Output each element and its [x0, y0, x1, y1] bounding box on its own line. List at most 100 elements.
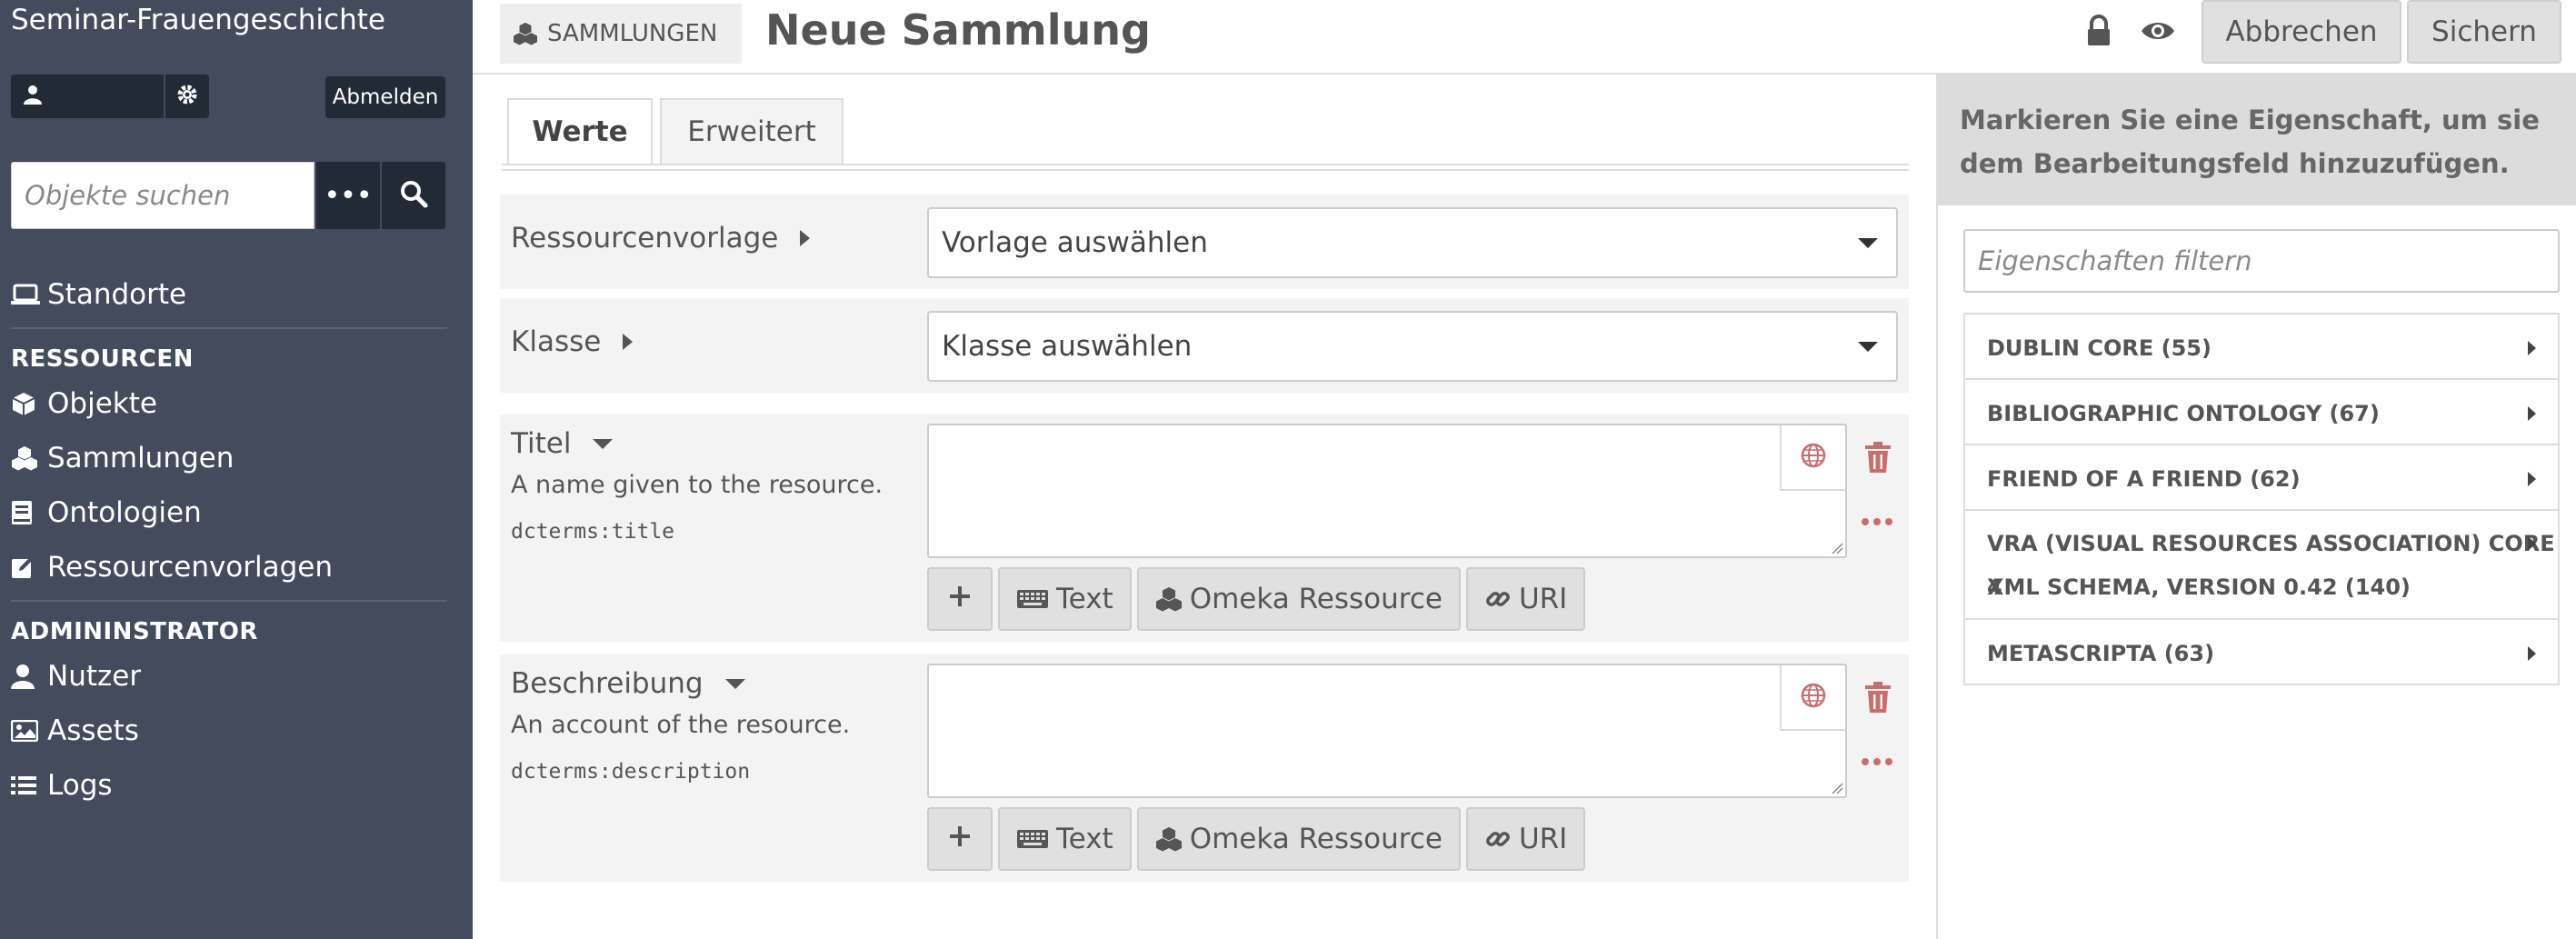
- property-label[interactable]: Beschreibung: [511, 667, 745, 700]
- user-settings-button[interactable]: [165, 75, 209, 118]
- link-icon: [1484, 825, 1512, 853]
- language-button[interactable]: [1780, 425, 1845, 491]
- cancel-button[interactable]: Abbrechen: [2202, 0, 2401, 64]
- property-filter-input[interactable]: Eigenschaften filtern: [1963, 229, 2560, 293]
- property-comment: A name given to the resource.: [511, 471, 884, 499]
- add-text-value-button[interactable]: Text: [998, 807, 1132, 871]
- search-button[interactable]: [382, 162, 445, 229]
- search-options-button[interactable]: •••: [316, 162, 380, 229]
- vocabulary-dublin-core[interactable]: DUBLIN CORE (55): [1963, 313, 2560, 380]
- class-label[interactable]: Klasse: [511, 325, 634, 358]
- plus-icon: [948, 583, 972, 615]
- page-title: Neue Sammlung: [765, 5, 1151, 55]
- sidebar-item-label: Logs: [47, 769, 113, 802]
- sidebar-item-objekte[interactable]: Objekte: [11, 380, 157, 427]
- property-comment: An account of the resource.: [511, 711, 851, 739]
- vocabulary-vra-core[interactable]: VRA (VISUAL RESOURCES ASSOCIATION) CORE …: [1963, 509, 2560, 620]
- dot: [1885, 758, 1892, 765]
- add-uri-value-button[interactable]: URI: [1465, 807, 1586, 871]
- add-value-button[interactable]: [927, 567, 993, 631]
- resource-template-label[interactable]: Ressourcenvorlage: [511, 222, 811, 255]
- site-title[interactable]: Seminar-Frauengeschichte: [11, 4, 385, 36]
- property-selector-panel: Markieren Sie eine Eigenschaft, um sie d…: [1936, 75, 2576, 939]
- vocabulary-label: METASCRIPTA (63): [1987, 641, 2215, 666]
- caret-right-icon: [623, 334, 634, 350]
- button-label: Text: [1056, 823, 1113, 855]
- sidebar-item-ressourcenvorlagen[interactable]: Ressourcenvorlagen: [11, 544, 333, 591]
- field-label: Beschreibung: [511, 667, 704, 700]
- lock-icon[interactable]: [2085, 15, 2112, 47]
- resize-handle-icon[interactable]: [1831, 542, 1843, 554]
- trash-icon[interactable]: [1865, 442, 1891, 473]
- more-options-button[interactable]: [1862, 758, 1892, 765]
- value-type-buttons: Text Omeka Ressource URI: [927, 807, 1586, 871]
- caret-right-icon: [2528, 406, 2536, 421]
- eye-icon[interactable]: [2140, 18, 2176, 44]
- vocabulary-bibliographic-ontology[interactable]: BIBLIOGRAPHIC ONTOLOGY (67): [1963, 378, 2560, 445]
- sidebar-item-ontologien[interactable]: Ontologien: [11, 489, 202, 536]
- sidebar-item-label: Objekte: [47, 387, 157, 420]
- sidebar-item-standorte[interactable]: Standorte: [11, 271, 186, 318]
- add-uri-value-button[interactable]: URI: [1465, 567, 1586, 631]
- divider: [502, 164, 1909, 165]
- field-label: Titel: [511, 427, 572, 460]
- resource-template-row: Ressourcenvorlage Vorlage auswählen: [500, 195, 1909, 289]
- caret-down-icon: [593, 438, 614, 449]
- divider: [502, 169, 1909, 171]
- language-button[interactable]: [1780, 665, 1845, 731]
- search-input[interactable]: Objekte suchen: [11, 162, 315, 229]
- property-selector-instruction: Markieren Sie eine Eigenschaft, um sie d…: [1938, 75, 2576, 205]
- keyboard-icon: [1016, 589, 1049, 609]
- sidebar-item-logs[interactable]: Logs: [11, 762, 113, 809]
- button-label: URI: [1518, 583, 1568, 615]
- user-button[interactable]: [11, 75, 164, 118]
- add-resource-value-button[interactable]: Omeka Ressource: [1136, 807, 1461, 871]
- section-label: SAMMLUNGEN: [547, 20, 718, 47]
- user-icon: [11, 664, 47, 689]
- select-value: Klasse auswählen: [942, 330, 1193, 363]
- sidebar: Seminar-Frauengeschichte Abmelden Objekt…: [0, 0, 473, 939]
- trash-icon[interactable]: [1865, 682, 1891, 713]
- title-value-textarea[interactable]: [927, 424, 1847, 558]
- sidebar-item-label: Nutzer: [47, 660, 142, 693]
- add-text-value-button[interactable]: Text: [998, 567, 1132, 631]
- divider: [11, 327, 447, 329]
- cubes-icon: [1155, 826, 1183, 852]
- sidebar-item-sammlungen[interactable]: Sammlungen: [11, 435, 234, 482]
- logout-button[interactable]: Abmelden: [325, 76, 445, 118]
- property-term: dcterms:title: [511, 520, 675, 544]
- vocabulary-metascripta[interactable]: METASCRIPTA (63): [1963, 618, 2560, 685]
- property-term: dcterms:description: [511, 760, 751, 784]
- property-label[interactable]: Titel: [511, 427, 614, 460]
- dot: [1862, 518, 1869, 525]
- field-label: Klasse: [511, 325, 602, 358]
- add-value-button[interactable]: [927, 807, 993, 871]
- resize-handle-icon[interactable]: [1831, 782, 1843, 794]
- resources-heading: RESSOURCEN: [11, 345, 194, 373]
- tab-erweitert[interactable]: Erweitert: [660, 98, 844, 164]
- divider: [11, 600, 447, 602]
- section-breadcrumb[interactable]: SAMMLUNGEN: [500, 4, 742, 64]
- dot: [1873, 518, 1881, 525]
- resource-template-select[interactable]: Vorlage auswählen: [927, 207, 1898, 278]
- image-icon: [11, 720, 47, 742]
- description-value-textarea[interactable]: [927, 664, 1847, 798]
- caret-down-icon: [724, 678, 745, 689]
- tab-werte[interactable]: Werte: [507, 98, 653, 164]
- add-resource-value-button[interactable]: Omeka Ressource: [1136, 567, 1461, 631]
- laptop-icon: [11, 284, 47, 305]
- globe-icon: [1800, 442, 1827, 473]
- save-button[interactable]: Sichern: [2407, 0, 2561, 64]
- list-icon: [11, 774, 47, 796]
- sidebar-item-assets[interactable]: Assets: [11, 707, 139, 754]
- vocabulary-foaf[interactable]: FRIEND OF A FRIEND (62): [1963, 444, 2560, 511]
- more-options-button[interactable]: [1862, 518, 1892, 525]
- sidebar-item-nutzer[interactable]: Nutzer: [11, 653, 141, 700]
- chevron-down-icon: [1858, 238, 1878, 248]
- search-icon: [399, 179, 428, 212]
- user-icon: [24, 85, 42, 108]
- class-select[interactable]: Klasse auswählen: [927, 311, 1898, 382]
- class-row: Klasse Klasse auswählen: [500, 298, 1909, 393]
- caret-right-icon: [2528, 472, 2536, 486]
- chevron-down-icon: [1858, 342, 1878, 352]
